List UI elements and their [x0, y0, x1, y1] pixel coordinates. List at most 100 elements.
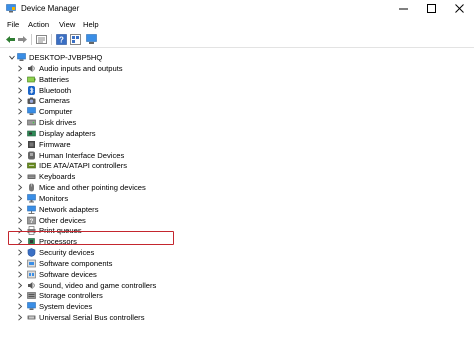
tree-item-system-devices[interactable]: System devices [0, 301, 474, 312]
tree-item-label: Network adapters [39, 204, 99, 214]
device-tree: DESKTOP-JVBP5HQ Audio inputs and outputs… [0, 48, 474, 347]
chevron-right-icon[interactable] [17, 108, 23, 115]
chevron-right-icon[interactable] [17, 76, 23, 83]
window-title: Device Manager [21, 4, 80, 13]
disk-drive-icon [27, 119, 36, 126]
chevron-right-icon[interactable] [17, 271, 23, 278]
chevron-right-icon[interactable] [17, 87, 23, 94]
close-icon [455, 4, 464, 13]
chevron-right-icon[interactable] [17, 119, 23, 126]
chevron-right-icon[interactable] [17, 292, 23, 299]
tree-item-label: Audio inputs and outputs [39, 64, 123, 73]
sound-icon [28, 281, 35, 289]
tree-item-firmware[interactable]: Firmware [0, 139, 474, 150]
menu-action[interactable]: Action [28, 20, 49, 30]
tree-item-computer[interactable]: Computer [0, 106, 474, 117]
chevron-right-icon[interactable] [17, 303, 23, 310]
tree-item-human-interface-devices[interactable]: Human Interface Devices [0, 150, 474, 161]
tree-item-audio-inputs-and-outputs[interactable]: Audio inputs and outputs [0, 63, 474, 74]
tree-item-label: IDE ATA/ATAPI controllers [39, 161, 128, 171]
toolbar-separator [51, 34, 52, 45]
title-bar: Device Manager [0, 0, 474, 18]
monitor-icon [27, 194, 36, 203]
minimize-button[interactable] [390, 0, 418, 18]
software-component-icon [27, 259, 36, 268]
tree-item-sound-video-and-game-controllers[interactable]: Sound, video and game controllers [0, 280, 474, 291]
chevron-right-icon[interactable] [17, 195, 23, 202]
chevron-right-icon[interactable] [17, 141, 23, 148]
tree-item-ide-ata-atapi-controllers[interactable]: IDE ATA/ATAPI controllers [0, 160, 474, 171]
chevron-right-icon[interactable] [17, 260, 23, 267]
chevron-right-icon[interactable] [17, 314, 23, 321]
chevron-right-icon[interactable] [17, 152, 23, 159]
audio-icon [28, 65, 35, 72]
security-icon [27, 248, 36, 257]
storage-controller-icon [27, 292, 36, 300]
tree-item-other-devices[interactable]: ? Other devices [0, 215, 474, 226]
menu-bar: File Action View Help [0, 18, 474, 32]
tree-item-label: Monitors [39, 193, 69, 203]
close-button[interactable] [446, 0, 474, 18]
chevron-right-icon[interactable] [17, 217, 23, 224]
view-icon[interactable] [70, 34, 81, 45]
chevron-right-icon[interactable] [17, 249, 23, 256]
tree-item-storage-controllers[interactable]: Storage controllers [0, 290, 474, 301]
help-icon[interactable]: ? [56, 34, 67, 45]
chevron-right-icon[interactable] [17, 173, 23, 180]
tree-item-disk-drives[interactable]: Disk drives [0, 117, 474, 128]
tree-item-label: Display adapters [39, 128, 96, 138]
tree-item-monitors[interactable]: Monitors [0, 193, 474, 204]
chevron-right-icon[interactable] [17, 130, 23, 137]
tree-item-label: Universal Serial Bus controllers [39, 313, 145, 323]
mouse-icon [29, 183, 34, 192]
hid-icon [28, 151, 35, 160]
chevron-right-icon[interactable] [17, 65, 23, 72]
tree-item-mice-and-other-pointing-devices[interactable]: Mice and other pointing devices [0, 182, 474, 193]
chevron-right-icon[interactable] [17, 282, 23, 289]
camera-icon [27, 97, 36, 105]
menu-help[interactable]: Help [83, 20, 99, 30]
tree-item-bluetooth[interactable]: Bluetooth [0, 85, 474, 96]
tree-item-label: Security devices [39, 248, 95, 258]
properties-icon[interactable] [36, 34, 47, 45]
maximize-button[interactable] [418, 0, 446, 18]
tree-item-label: Mice and other pointing devices [39, 183, 146, 193]
tree-item-security-devices[interactable]: Security devices [0, 247, 474, 258]
display-adapter-icon [27, 130, 36, 137]
back-arrow-icon[interactable] [5, 34, 16, 45]
menu-file[interactable]: File [7, 20, 19, 30]
minimize-icon [399, 8, 408, 10]
tree-item-display-adapters[interactable]: Display adapters [0, 128, 474, 139]
tree-item-label: Bluetooth [39, 85, 72, 95]
other-devices-icon: ? [27, 216, 36, 225]
device-manager-icon [6, 4, 16, 13]
chevron-right-icon[interactable] [17, 206, 23, 213]
bluetooth-icon [28, 85, 35, 95]
forward-arrow-icon[interactable] [17, 34, 28, 45]
tree-item-label: Software devices [39, 269, 97, 279]
chevron-right-icon[interactable] [17, 184, 23, 191]
system-devices-icon [27, 302, 36, 311]
tree-item-batteries[interactable]: Batteries [0, 74, 474, 85]
scan-hardware-icon[interactable] [86, 34, 97, 45]
tree-item-software-devices[interactable]: Software devices [0, 269, 474, 280]
tree-item-label: System devices [39, 302, 93, 312]
tree-item-keyboards[interactable]: Keyboards [0, 171, 474, 182]
toolbar-separator [31, 34, 32, 45]
ide-controller-icon [27, 163, 36, 169]
tree-item-network-adapters[interactable]: Network adapters [0, 204, 474, 215]
tree-item-software-components[interactable]: Software components [0, 258, 474, 269]
chevron-down-icon[interactable] [9, 54, 15, 61]
tree-item-label: Cameras [39, 96, 70, 106]
tree-item-label: Human Interface Devices [39, 150, 125, 160]
tree-item-cameras[interactable]: Cameras [0, 95, 474, 106]
network-adapter-icon [27, 205, 36, 214]
tree-root[interactable]: DESKTOP-JVBP5HQ [0, 52, 474, 63]
software-device-icon [27, 270, 36, 279]
chevron-right-icon[interactable] [17, 162, 23, 170]
tree-item-universal-serial-bus-controllers[interactable]: Universal Serial Bus controllers [0, 312, 474, 323]
tree-item-label: Computer [39, 107, 73, 117]
chevron-right-icon[interactable] [17, 97, 23, 105]
tree-item-label: Firmware [39, 139, 71, 149]
menu-view[interactable]: View [59, 20, 75, 30]
